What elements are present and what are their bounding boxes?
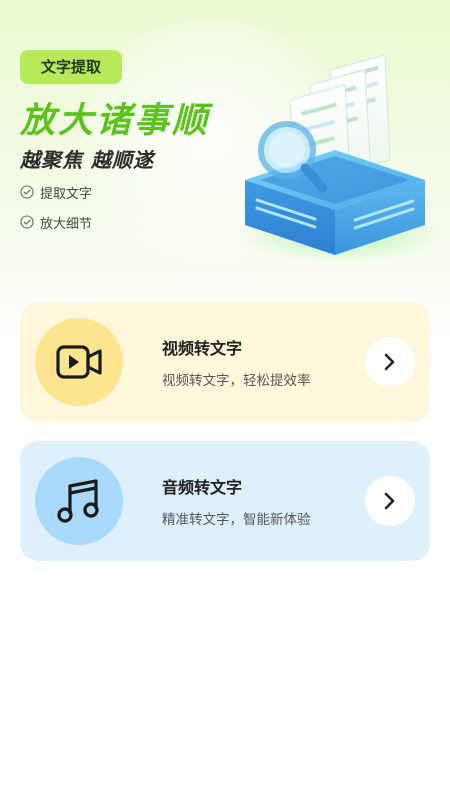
audio-icon-circle <box>35 457 123 545</box>
chevron-right-icon <box>384 492 395 510</box>
feature-label: 提取文字 <box>40 186 93 202</box>
category-tag: 文字提取 <box>20 50 122 84</box>
hero-subline: 越聚焦 越顺遂 <box>20 148 154 172</box>
hero-headline: 放大诸事顺 <box>20 101 211 141</box>
card-title: 音频转文字 <box>162 478 243 497</box>
audio-to-text-card[interactable]: 音频转文字 精准转文字，智能新体验 <box>20 441 430 561</box>
video-to-text-card[interactable]: 视频转文字 视频转文字，轻松提效率 <box>20 302 430 422</box>
card-title: 视频转文字 <box>162 339 243 358</box>
check-circle-icon <box>20 185 34 199</box>
chevron-right-icon <box>384 353 395 371</box>
card-description: 视频转文字，轻松提效率 <box>162 373 311 389</box>
music-note-icon <box>57 479 99 523</box>
video-icon-circle <box>35 318 123 406</box>
go-button[interactable] <box>365 476 415 526</box>
video-camera-icon <box>56 345 102 379</box>
magnifier-documents-box-icon <box>235 54 445 263</box>
feature-item-zoom-details: 放大细节 <box>20 212 92 232</box>
go-button[interactable] <box>365 337 415 387</box>
feature-item-extract-text: 提取文字 <box>20 182 92 202</box>
text-extraction-page: 文字提取 放大诸事顺 越聚焦 越顺遂 提取文字 放大细节 视频转文字 视频转文字… <box>0 0 450 800</box>
check-circle-icon <box>20 215 34 229</box>
feature-label: 放大细节 <box>40 216 93 232</box>
card-description: 精准转文字，智能新体验 <box>162 512 311 528</box>
